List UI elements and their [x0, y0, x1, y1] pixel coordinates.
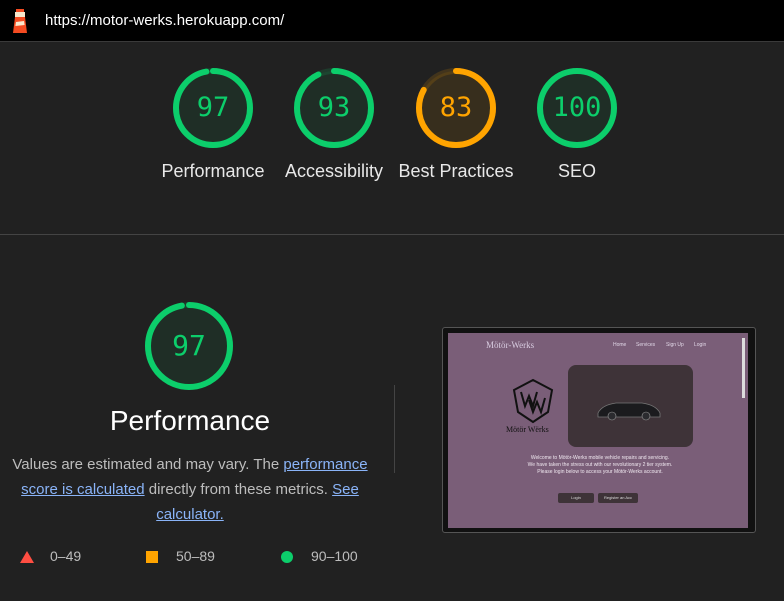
screenshot-page: Mötör-Werks Home Services Sign Up Login … — [448, 333, 748, 528]
page-url[interactable]: https://motor-werks.herokuapp.com/ — [45, 12, 284, 29]
gauge-label: Best Practices — [398, 161, 514, 181]
square-icon — [146, 551, 158, 563]
final-screenshot[interactable]: Mötör-Werks Home Services Sign Up Login … — [442, 327, 756, 533]
legend-range: 90–100 — [311, 548, 358, 564]
gauge-score: 100 — [552, 92, 602, 123]
gauge-performance[interactable]: 97 Performance — [161, 66, 265, 181]
mini-nav-item: Home — [613, 342, 627, 348]
mini-nav-item: Services — [636, 342, 656, 348]
triangle-icon — [20, 551, 34, 563]
gauge-label: SEO — [557, 161, 596, 181]
desc-text: directly from these metrics. — [144, 481, 333, 498]
mini-logo-text: Mötör Wërks — [506, 425, 549, 434]
mini-text-line: We have taken the stress out with our re… — [527, 462, 673, 468]
gauge-seo[interactable]: 100 SEO — [535, 66, 619, 181]
gauge-best-practices[interactable]: 83 Best Practices — [398, 66, 514, 181]
performance-score: 97 — [172, 329, 206, 362]
gauge-score: 83 — [439, 92, 473, 123]
car-icon — [597, 402, 661, 421]
mini-nav-item: Login — [694, 342, 707, 348]
gauge-score: 97 — [196, 92, 230, 123]
legend-range: 0–49 — [50, 548, 82, 564]
vertical-divider — [394, 385, 395, 473]
performance-title: Performance — [109, 405, 271, 436]
mini-brand: Mötör-Werks — [486, 340, 535, 350]
desc-text: Values are estimated and may vary. The — [12, 456, 284, 473]
mini-scrollbar — [742, 338, 745, 398]
mini-welcome-text: Welcome to Mötör-Werks mobile vehicle re… — [500, 455, 700, 476]
url-bar: https://motor-werks.herokuapp.com/ — [0, 0, 784, 42]
section-divider — [0, 234, 784, 235]
gauge-label: Accessibility — [284, 161, 384, 181]
mini-nav-item: Sign Up — [666, 342, 684, 348]
performance-gauge-large: 97 — [143, 300, 235, 392]
gauge-accessibility[interactable]: 93 Accessibility — [285, 66, 383, 181]
mini-text-line: Welcome to Mötör-Werks mobile vehicle re… — [530, 455, 670, 461]
circle-icon — [281, 551, 293, 563]
mini-hero-card — [568, 365, 693, 447]
mini-login-button: Login — [558, 493, 594, 503]
gauge-score: 93 — [317, 92, 351, 123]
performance-description: Values are estimated and may vary. The p… — [0, 452, 380, 527]
mini-text-line: Please login below to access your Mötör-… — [537, 469, 663, 475]
lighthouse-icon — [10, 9, 30, 38]
mini-register-button: Register an Acc — [598, 493, 638, 503]
legend-range: 50–89 — [176, 548, 215, 564]
shield-logo-icon — [512, 378, 554, 424]
